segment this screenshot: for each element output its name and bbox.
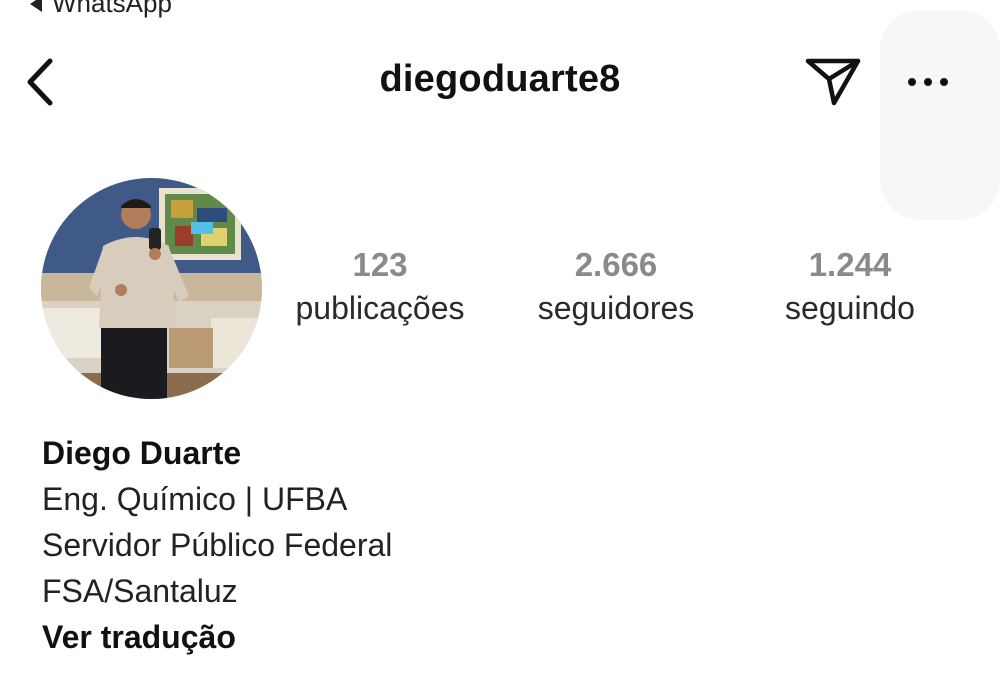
profile-bio: Diego Duarte Eng. Químico | UFBA Servido… — [42, 430, 742, 660]
bio-line: Servidor Público Federal — [42, 527, 393, 563]
see-translation-link[interactable]: Ver tradução — [42, 614, 742, 660]
posts-count: 123 — [352, 246, 408, 283]
profile-photo — [41, 178, 262, 399]
back-app-label: WhatsApp — [52, 0, 172, 18]
followers-label: seguidores — [537, 290, 695, 326]
following-count: 1.244 — [808, 246, 892, 283]
back-triangle-icon — [30, 0, 42, 12]
profile-header: diegoduarte8 — [0, 40, 1000, 124]
profile-avatar[interactable] — [41, 178, 262, 399]
bio-line: FSA/Santaluz — [42, 573, 238, 609]
stat-followers[interactable]: 2.666 seguidores — [496, 242, 736, 328]
profile-display-name: Diego Duarte — [42, 435, 242, 471]
following-label: seguindo — [785, 290, 915, 326]
paper-plane-icon — [805, 58, 861, 106]
posts-label: publicações — [295, 290, 465, 326]
stat-posts[interactable]: 123 publicações — [260, 242, 500, 328]
share-profile-button[interactable] — [800, 52, 866, 112]
followers-count: 2.666 — [574, 246, 658, 283]
more-horizontal-icon — [908, 78, 948, 86]
bio-line: Eng. Químico | UFBA — [42, 481, 348, 517]
stat-following[interactable]: 1.244 seguindo — [730, 242, 970, 328]
more-options-button[interactable] — [898, 52, 958, 112]
profile-stats: 123 publicações 2.666 seguidores 1.244 s… — [262, 242, 982, 342]
status-back-to-app[interactable]: WhatsApp — [30, 0, 172, 19]
